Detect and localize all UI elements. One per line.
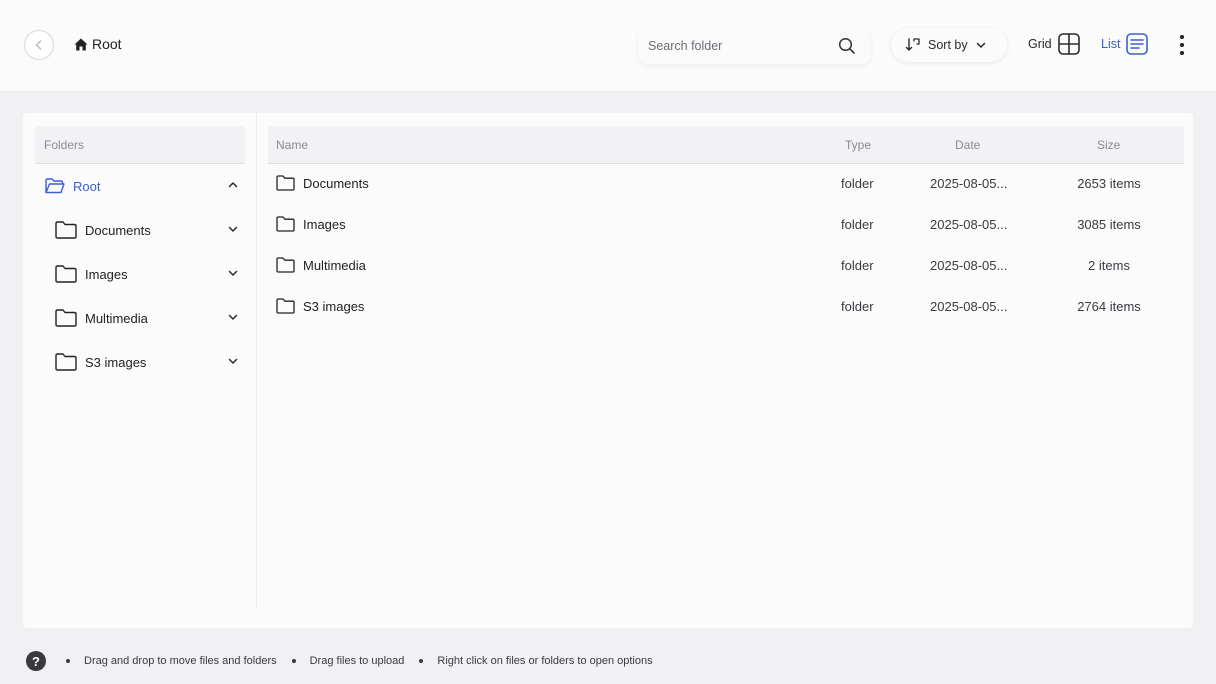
chevron-up-icon[interactable] (227, 179, 239, 191)
tree-item-documents[interactable]: Documents (35, 208, 245, 252)
footer-tip: Right click on files or folders to open … (419, 655, 653, 667)
file-name: Multimedia (303, 258, 366, 273)
search-input[interactable] (648, 36, 828, 56)
folder-icon (276, 175, 295, 191)
footer-tip: Drag files to upload (291, 655, 405, 667)
list-view-button[interactable]: List (1101, 33, 1149, 55)
footer-tips: ? Drag and drop to move files and folder… (26, 651, 653, 671)
file-date: 2025-08-05... (930, 176, 1008, 191)
footer-tip-text: Right click on files or folders to open … (437, 655, 653, 667)
chevron-down-icon (976, 42, 985, 48)
grid-icon (1057, 33, 1080, 55)
folder-icon (55, 221, 77, 239)
chevron-down-icon[interactable] (227, 311, 239, 323)
file-name: S3 images (303, 299, 365, 314)
back-icon (35, 40, 42, 50)
breadcrumb-root[interactable]: Root (92, 36, 122, 52)
folder-tree-header: Folders (35, 126, 245, 164)
table-row[interactable]: Multimedia folder 2025-08-05... 2 items (268, 246, 1184, 287)
file-type: folder (841, 176, 874, 191)
file-name: Images (303, 217, 346, 232)
folder-icon (55, 309, 77, 327)
folder-tree: Folders Root Documents Images Multimedia… (35, 126, 245, 384)
sort-by-button[interactable]: Sort by (891, 28, 1007, 62)
file-name: Documents (303, 176, 369, 191)
file-size: 3085 items (1077, 217, 1141, 232)
file-date: 2025-08-05... (930, 299, 1008, 314)
more-vertical-icon[interactable] (1172, 33, 1192, 57)
tree-item-s3-images[interactable]: S3 images (35, 340, 245, 384)
chevron-down-icon[interactable] (227, 355, 239, 367)
breadcrumb[interactable]: Root (74, 36, 122, 52)
search-box (638, 28, 870, 64)
tree-item-images[interactable]: Images (35, 252, 245, 296)
column-header-type[interactable]: Type (845, 138, 871, 152)
home-icon (74, 38, 88, 50)
folder-icon (276, 216, 295, 232)
search-icon[interactable] (838, 37, 856, 55)
folder-icon (276, 298, 295, 314)
list-icon (1126, 33, 1149, 55)
footer-tip-text: Drag and drop to move files and folders (84, 655, 277, 667)
table-row[interactable]: Documents folder 2025-08-05... 2653 item… (268, 164, 1184, 205)
file-type: folder (841, 299, 874, 314)
folder-open-icon (45, 178, 65, 194)
sort-icon (905, 38, 920, 51)
tree-item-label: Root (73, 178, 101, 194)
chevron-down-icon[interactable] (227, 223, 239, 235)
file-list-header: Name Type Date Size (268, 126, 1184, 164)
tree-item-label: S3 images (85, 354, 147, 370)
list-view-label: List (1101, 37, 1121, 51)
column-header-date[interactable]: Date (955, 138, 980, 152)
sort-by-label: Sort by (928, 38, 968, 52)
file-size: 2653 items (1077, 176, 1141, 191)
file-type: folder (841, 217, 874, 232)
grid-view-label: Grid (1028, 37, 1052, 51)
top-toolbar: Root Sort by Grid List (0, 0, 1216, 92)
folder-icon (55, 353, 77, 371)
file-type: folder (841, 258, 874, 273)
folder-icon (55, 265, 77, 283)
file-manager-panel: Folders Root Documents Images Multimedia… (23, 113, 1193, 628)
column-header-size[interactable]: Size (1097, 138, 1120, 152)
file-date: 2025-08-05... (930, 258, 1008, 273)
file-date: 2025-08-05... (930, 217, 1008, 232)
tree-item-label: Multimedia (85, 310, 148, 326)
column-header-name[interactable]: Name (276, 138, 308, 152)
tree-item-multimedia[interactable]: Multimedia (35, 296, 245, 340)
file-list: Name Type Date Size Documents folder 202… (268, 126, 1184, 328)
tree-item-root[interactable]: Root (35, 164, 245, 208)
chevron-down-icon[interactable] (227, 267, 239, 279)
panel-divider[interactable] (256, 113, 257, 608)
folder-icon (276, 257, 295, 273)
table-row[interactable]: S3 images folder 2025-08-05... 2764 item… (268, 287, 1184, 328)
table-row[interactable]: Images folder 2025-08-05... 3085 items (268, 205, 1184, 246)
file-size: 2764 items (1077, 299, 1141, 314)
tree-item-label: Images (85, 266, 128, 282)
footer-tip: Drag and drop to move files and folders (66, 655, 277, 667)
help-icon[interactable]: ? (26, 651, 46, 671)
footer-tip-text: Drag files to upload (309, 655, 405, 667)
grid-view-button[interactable]: Grid (1028, 33, 1080, 55)
file-size: 2 items (1088, 258, 1130, 273)
tree-item-label: Documents (85, 222, 151, 238)
back-button[interactable] (24, 30, 54, 60)
